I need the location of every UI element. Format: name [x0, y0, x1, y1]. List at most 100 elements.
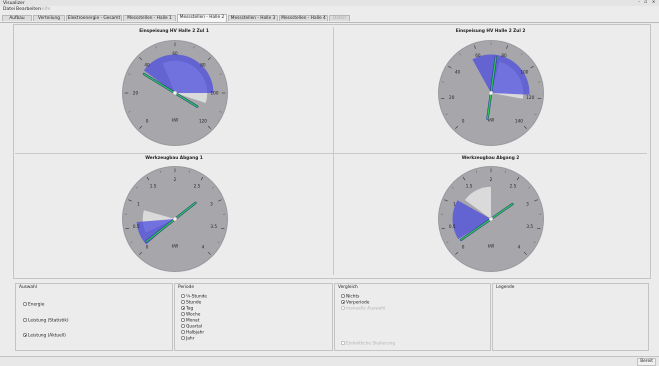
gauge-hub [173, 217, 177, 221]
radio-circle[interactable] [181, 294, 185, 298]
gauge-tick-label: 2 [490, 177, 493, 182]
panel-title: Legende [496, 285, 514, 290]
radio-energie[interactable]: Energie [23, 302, 44, 307]
radio-label: ¼-Stunde [186, 294, 207, 299]
gauge-tick-label: 1.5 [466, 184, 473, 189]
panel-title: Periode [178, 285, 194, 290]
radio-label: Stunde [186, 300, 201, 305]
gauge-tick-label: 0 [462, 244, 465, 249]
window-title: Visualizer [3, 1, 25, 6]
radio-circle[interactable] [23, 318, 27, 322]
radio-tag[interactable]: Tag [181, 306, 193, 311]
radio-circle[interactable] [181, 300, 185, 304]
radio-label: Monat [186, 318, 199, 323]
radio-circle[interactable] [341, 294, 345, 298]
radio-circle[interactable] [341, 306, 345, 310]
gauge-tick-label: 0.5 [133, 224, 140, 229]
radio-label: manuelle Auswahl [346, 306, 385, 311]
radio-nichts[interactable]: Nichts [341, 294, 359, 299]
menu-hilfe[interactable]: Hilfe [40, 7, 50, 12]
radio-circle[interactable] [181, 306, 185, 310]
auswahl-panel: Auswahl Energie Leistung (Statistik) Lei… [15, 283, 173, 351]
radio-halbjahr[interactable]: Halbjahr [181, 330, 204, 335]
gauge-dial: 00.511.522.533.54kW [334, 154, 647, 277]
menu-bar: Datei Bearbeiten Hilfe [0, 6, 659, 12]
radio-label: Quartal [186, 324, 202, 329]
panel-title: Vergleich [338, 285, 358, 290]
tab-messstellen-halle-2[interactable]: Messstellen - Halle 2 [177, 14, 227, 22]
gauge-tick-label: 100 [211, 91, 219, 96]
radio-label: Leistung (Statistik) [28, 318, 69, 323]
radio-leistung-statistik[interactable]: Leistung (Statistik) [23, 318, 69, 323]
tab-messstellen-halle-3[interactable]: Messstellen - Halle 3 [228, 15, 278, 21]
gauge-panel: Einspeisung HV Halle 2 Zul 1 02040608010… [15, 27, 333, 152]
gauge-tick-label: 60 [172, 51, 178, 56]
radio-monat[interactable]: Monat [181, 318, 199, 323]
tab-elektroenergie-gesamt[interactable]: Elektroenergie - Gesamt [66, 15, 122, 21]
gauge-dial: 020406080100120kW [15, 27, 333, 152]
tab-aufbau[interactable]: Aufbau [2, 15, 32, 21]
radio-woche[interactable]: Woche [181, 312, 200, 317]
tab-verteilung[interactable]: Verteilung [33, 15, 65, 21]
radio-label: Tag [186, 306, 193, 311]
gauge-tick-label: 140 [515, 118, 523, 123]
gauge-tick-label: 2.5 [194, 184, 201, 189]
panel-title: Auswahl [19, 285, 37, 290]
radio-circle[interactable] [181, 324, 185, 328]
radio-circle[interactable] [181, 330, 185, 334]
radio-stunde[interactable]: Stunde [181, 300, 201, 305]
window-controls[interactable]: - ▫ × [638, 0, 657, 5]
radio-viertelstunde[interactable]: ¼-Stunde [181, 294, 207, 299]
gauge-dial: 020406080100120140kW [334, 27, 647, 152]
gauge-unit: kW [172, 244, 179, 249]
gauge-tick-label: 0 [146, 244, 149, 249]
gauge-hub [489, 91, 493, 95]
gauge-unit: kW [488, 244, 495, 249]
gauge-tick-label: 1.5 [150, 184, 157, 189]
radio-circle[interactable] [181, 312, 185, 316]
gauge-dial: 00.511.522.533.54kW [15, 154, 333, 277]
menu-bearbeiten[interactable]: Bearbeiten [16, 7, 41, 12]
gauge-tick-label: 0 [146, 118, 149, 123]
radio-label: Halbjahr [186, 330, 204, 335]
radio-label: Jahr [186, 336, 194, 341]
gauge-tick-label: 3.5 [210, 224, 217, 229]
gauge-panel: Werkzeugbau Abgang 1 00.511.522.533.54kW [15, 154, 333, 277]
radio-leistung-aktuell[interactable]: Leistung (Aktuell) [23, 333, 66, 338]
menu-datei[interactable]: Datei [3, 7, 15, 12]
radio-circle[interactable] [181, 336, 185, 340]
gauge-tick-label: 1 [137, 201, 140, 206]
radio-manuelle-auswahl[interactable]: manuelle Auswahl [341, 306, 385, 311]
gauge-tick-label: 2 [174, 177, 177, 182]
gauge-hub [173, 91, 177, 95]
radio-jahr[interactable]: Jahr [181, 336, 194, 341]
gauge-tick-label: 40 [455, 69, 461, 74]
tab-messstellen-halle-4[interactable]: Messstellen - Halle 4 [279, 15, 328, 21]
radio-vorperiode[interactable]: Vorperiode [341, 300, 369, 305]
tab-messstellen-halle-1[interactable]: Messstellen - Halle 1 [123, 15, 176, 21]
vergleich-panel: Vergleich Nichts Vorperiode manuelle Aus… [334, 283, 491, 351]
tab-daten[interactable]: Daten [329, 15, 350, 21]
radio-circle[interactable] [23, 333, 27, 337]
gauge-tick-label: 60 [475, 53, 481, 58]
gauge-tick-label: 1 [453, 201, 456, 206]
gauge-tick-label: 4 [202, 244, 205, 249]
radio-circle[interactable] [341, 300, 345, 304]
einheitliche-skalierung-checkbox[interactable]: Einheitliche Skalierung [341, 341, 395, 346]
gauge-tick-label: 3 [526, 201, 529, 206]
gauge-tick-label: 80 [200, 63, 206, 68]
checkbox-label: Einheitliche Skalierung [346, 341, 395, 346]
radio-quartal[interactable]: Quartal [181, 324, 202, 329]
radio-circle[interactable] [181, 318, 185, 322]
radio-label: Vorperiode [346, 300, 369, 305]
checkbox-box[interactable] [341, 341, 345, 345]
gauge-tick-label: 40 [144, 63, 150, 68]
gauge-tick-label: 3.5 [526, 224, 533, 229]
tab-bar: Aufbau Verteilung Elektroenergie - Gesam… [0, 13, 659, 23]
gauge-tick-label: 0.5 [449, 224, 456, 229]
gauge-tick-label: 80 [501, 53, 507, 58]
periode-panel: Periode ¼-Stunde Stunde Tag Woche Monat … [174, 283, 333, 351]
legende-panel: Legende [492, 283, 649, 351]
radio-circle[interactable] [23, 302, 27, 306]
gauge-tick-label: 100 [520, 69, 528, 74]
